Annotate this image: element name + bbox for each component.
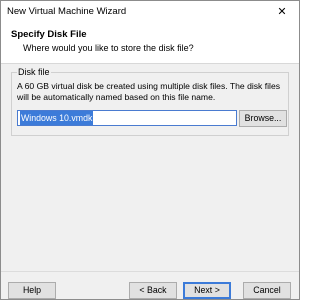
disk-file-name-value: Windows 10.vmdk xyxy=(20,111,94,125)
title-bar: New Virtual Machine Wizard ✕ xyxy=(1,1,299,23)
page-subtitle: Where would you like to store the disk f… xyxy=(23,43,194,53)
disk-file-description: A 60 GB virtual disk be created using mu… xyxy=(17,81,281,102)
page-title: Specify Disk File xyxy=(11,29,87,40)
close-icon[interactable]: ✕ xyxy=(269,3,295,21)
next-button[interactable]: Next > xyxy=(183,282,231,299)
help-button[interactable]: Help xyxy=(8,282,56,299)
disk-file-group: Disk file A 60 GB virtual disk be create… xyxy=(11,67,289,136)
cancel-button[interactable]: Cancel xyxy=(243,282,291,299)
browse-button[interactable]: Browse... xyxy=(239,110,287,127)
wizard-header: Specify Disk File Where would you like t… xyxy=(1,23,299,64)
wizard-window: New Virtual Machine Wizard ✕ Specify Dis… xyxy=(0,0,300,300)
footer-divider xyxy=(1,271,299,272)
disk-file-name-input[interactable]: Windows 10.vmdk xyxy=(17,110,237,126)
disk-file-group-label: Disk file xyxy=(17,67,51,78)
window-title: New Virtual Machine Wizard xyxy=(7,6,127,17)
back-button[interactable]: < Back xyxy=(129,282,177,299)
